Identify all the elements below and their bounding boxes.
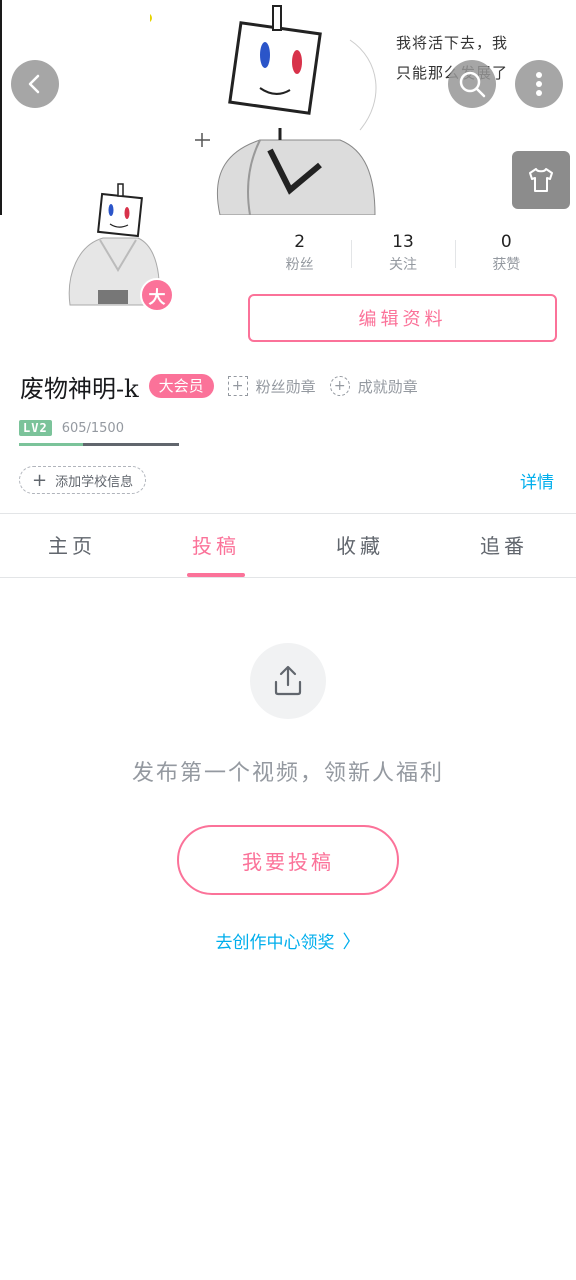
- plus-icon: +: [32, 469, 48, 491]
- upload-icon-circle: [250, 643, 326, 719]
- stat-value: 0: [500, 232, 512, 252]
- back-button[interactable]: [11, 60, 59, 108]
- stat-following[interactable]: 13 关注: [351, 230, 454, 282]
- creator-center-link[interactable]: 去创作中心领奖〉: [0, 928, 576, 954]
- member-tag[interactable]: 大会员: [148, 374, 214, 398]
- creator-center-label: 去创作中心领奖: [215, 933, 335, 953]
- detail-link[interactable]: 详情: [520, 468, 554, 493]
- more-vertical-icon: [536, 72, 542, 96]
- achievement-medal-label: 成就勋章: [357, 377, 418, 396]
- stat-likes[interactable]: 0 获赞: [454, 230, 558, 282]
- tshirt-icon: [529, 168, 553, 192]
- chevron-right-icon: 〉: [342, 932, 361, 953]
- user-name: 废物神明-k: [20, 374, 139, 403]
- fan-medal-button[interactable]: + 粉丝勋章: [227, 376, 316, 397]
- fan-medal-label: 粉丝勋章: [255, 377, 316, 396]
- empty-hint: 发布第一个视频，领新人福利: [131, 761, 444, 786]
- section-divider: [0, 513, 576, 514]
- vip-badge: 大: [140, 278, 174, 312]
- achievement-medal-button[interactable]: + 成就勋章: [329, 376, 418, 397]
- add-school-button[interactable]: + 添加学校信息: [19, 466, 147, 494]
- tabs-divider: [0, 577, 576, 578]
- dress-up-button[interactable]: [512, 151, 570, 209]
- stat-value: 13: [392, 232, 414, 252]
- stat-label: 获赞: [492, 257, 521, 273]
- banner-illustration: [150, 5, 377, 215]
- stat-label: 关注: [388, 257, 417, 273]
- tab-posts[interactable]: 投稿: [144, 515, 288, 577]
- name-row: 废物神明-k 大会员 + 粉丝勋章 + 成就勋章: [20, 368, 418, 404]
- tab-home[interactable]: 主页: [0, 515, 144, 577]
- level-row[interactable]: LV2 605/1500: [19, 420, 124, 436]
- exp-progress-fill: [19, 443, 84, 446]
- tab-bangumi[interactable]: 追番: [432, 515, 576, 577]
- banner-caption-line1: 我将活下去，我: [396, 34, 509, 52]
- upload-icon: [274, 665, 302, 696]
- tab-favorites[interactable]: 收藏: [288, 515, 432, 577]
- chevron-left-icon: [28, 74, 40, 94]
- search-button[interactable]: [448, 60, 496, 108]
- profile-tabs: 主页 投稿 收藏 追番: [0, 515, 576, 577]
- more-button[interactable]: [515, 60, 563, 108]
- add-school-label: 添加学校信息: [55, 474, 134, 490]
- plus-square-icon: +: [227, 376, 248, 396]
- plus-circle-icon: +: [329, 376, 350, 396]
- exp-progress-bar: [19, 443, 179, 446]
- banner-edge: [0, 0, 2, 215]
- stat-label: 粉丝: [285, 257, 314, 273]
- search-icon: [459, 71, 486, 98]
- level-badge: LV2: [19, 420, 52, 436]
- stat-followers[interactable]: 2 粉丝: [248, 230, 351, 282]
- profile-stats: 2 粉丝 13 关注 0 获赞: [248, 230, 558, 282]
- exp-text: 605/1500: [61, 420, 124, 436]
- edit-profile-button[interactable]: 编辑资料: [248, 294, 557, 342]
- upload-video-button[interactable]: 我要投稿: [177, 825, 399, 895]
- stat-value: 2: [294, 232, 306, 252]
